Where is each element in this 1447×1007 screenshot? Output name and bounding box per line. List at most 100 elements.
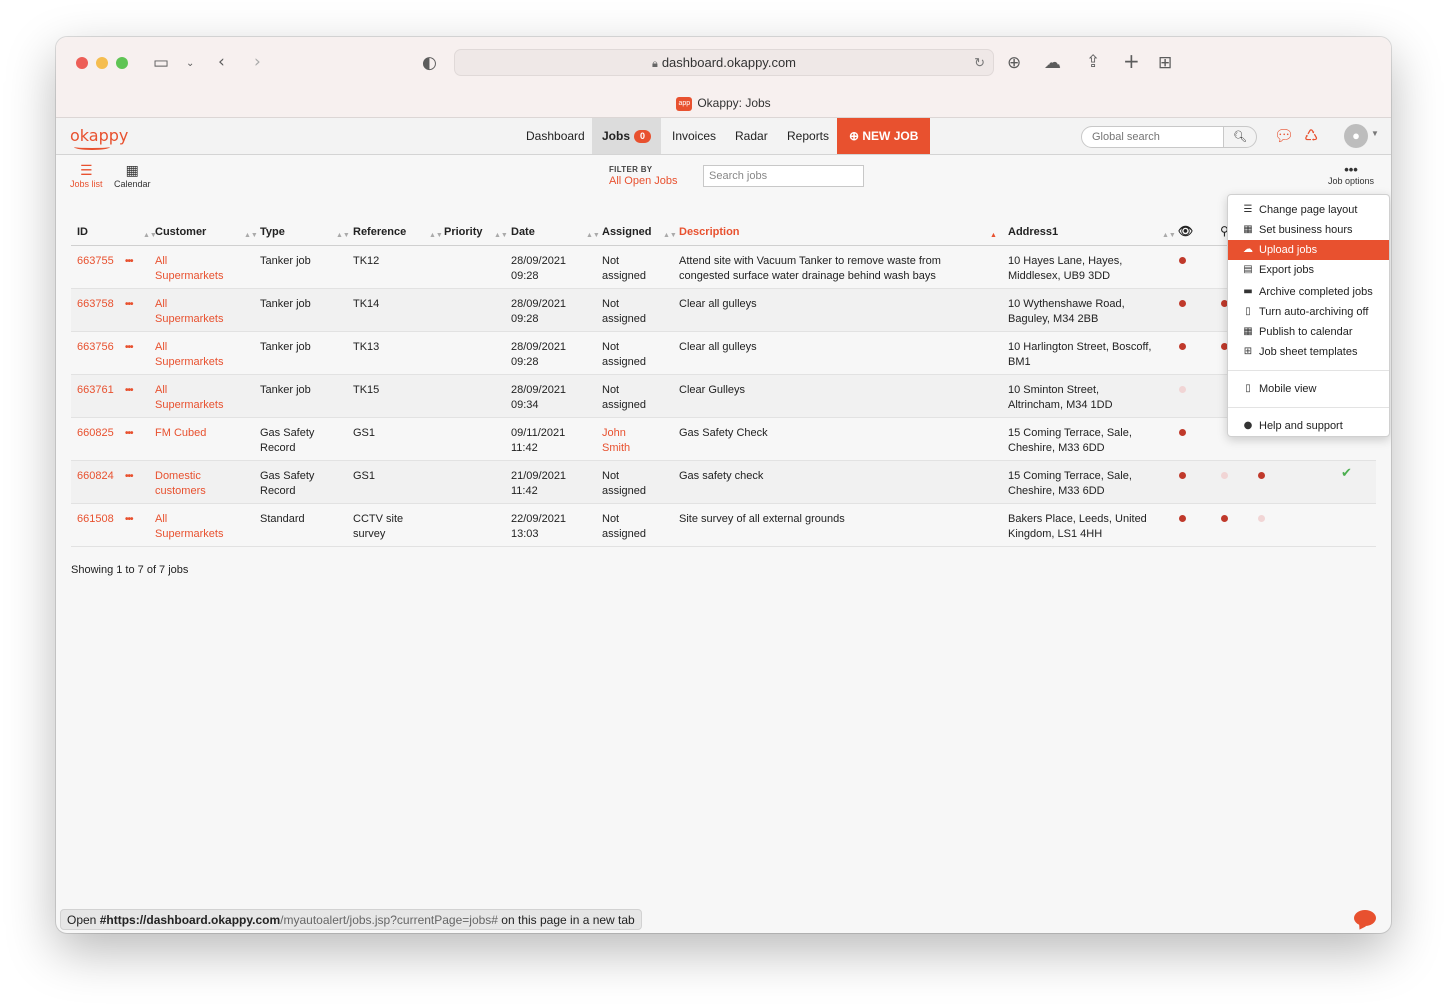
global-search-input[interactable] [1081,126,1224,148]
close-window-button[interactable] [76,57,88,69]
menu-change-page-layout[interactable]: ☰ Change page layout [1228,200,1389,220]
menu-upload-jobs[interactable]: ☁ Upload jobs [1228,240,1389,260]
sort-asc-icon[interactable]: ▲ [990,232,997,239]
sort-icon[interactable]: ▲▼ [663,232,677,239]
forward-icon[interactable]: › [254,52,261,72]
search-jobs-input[interactable]: Search jobs [703,165,864,187]
menu-export-jobs[interactable]: ▤ Export jobs [1228,260,1389,280]
calendar-view-button[interactable]: ▦ Calendar [114,163,151,189]
cell-line: Altrincham, M34 1DD [1008,399,1113,411]
cell-id[interactable]: 663755 ••• [77,254,133,269]
viewed-eye-icon[interactable]: 👁︎ [1178,224,1193,238]
reload-icon[interactable]: ↻ [974,50,985,75]
menu-job-sheet-templates[interactable]: ⊞ Job sheet templates [1228,342,1389,362]
cell-id[interactable]: 663761 ••• [77,383,133,398]
menu-help-and-support[interactable]: ● Help and support [1228,416,1389,436]
menu-publish-to-calendar[interactable]: ▦ Publish to calendar [1228,322,1389,342]
okappy-logo[interactable]: okappy [70,126,128,145]
menu-archive-completed-jobs[interactable]: ▬ Archive completed jobs [1228,282,1389,302]
cell-id[interactable]: 660825 ••• [77,426,133,441]
cell-customer[interactable]: All Supermarkets [155,297,223,327]
share-icon[interactable]: ⇪ [1086,52,1100,72]
col-date[interactable]: Date [511,226,535,238]
jobs-list-view-button[interactable]: ☰ Jobs list [70,163,103,189]
tab-title[interactable]: app Okappy: Jobs [56,96,1391,111]
chat-icon[interactable]: 💬︎ [1274,126,1294,145]
cell-customer[interactable]: All Supermarkets [155,383,223,413]
status-dot [1179,386,1186,393]
filter-value[interactable]: All Open Jobs [609,175,677,187]
cell-id[interactable]: 663758 ••• [77,297,133,312]
new-job-button[interactable]: ⊕ NEW JOB [837,118,931,154]
table-row[interactable]: 663761 ••• All Supermarkets Tanker job TK15 28… [71,375,1376,418]
cell-assigned: Not assigned [602,297,646,327]
col-reference[interactable]: Reference [353,226,406,238]
cell-customer[interactable]: All Supermarkets [155,340,223,370]
col-address1[interactable]: Address1 [1008,226,1058,238]
row-actions-icon[interactable]: ••• [125,297,133,312]
row-actions-icon[interactable]: ••• [125,254,133,269]
cell-id[interactable]: 663756 ••• [77,340,133,355]
chevron-down-icon[interactable]: ⌄ [186,54,194,74]
row-actions-icon[interactable]: ••• [125,426,133,441]
row-actions-icon[interactable]: ••• [125,469,133,484]
filter-by[interactable]: FILTER BY All Open Jobs [609,165,677,187]
menu-mobile-view[interactable]: ▯ Mobile view [1228,379,1389,399]
caret-down-icon[interactable]: ▼ [1371,129,1379,138]
table-row[interactable]: 661508 ••• All Supermarkets Standard CCTV sit… [71,504,1376,547]
col-priority[interactable]: Priority [444,226,483,238]
cloud-icon[interactable]: ☁ [1044,53,1061,73]
new-tab-icon[interactable]: + [1123,51,1140,71]
search-button[interactable]: 🔍︎ [1223,126,1257,148]
cell-id[interactable]: 661508 ••• [77,512,133,527]
table-row[interactable]: 663758 ••• All Supermarkets Tanker job TK14 28… [71,289,1376,332]
col-customer[interactable]: Customer [155,226,206,238]
nav-radar[interactable]: Radar [735,118,768,154]
cell-customer[interactable]: Domestic customers [155,469,206,499]
live-chat-icon[interactable] [1354,910,1376,926]
cell-customer[interactable]: All Supermarkets [155,512,223,542]
table-row[interactable]: 663756 ••• All Supermarkets Tanker job TK13 28… [71,332,1376,375]
tab-overview-icon[interactable]: ⊞ [1158,53,1172,73]
avatar[interactable]: ● [1344,124,1368,148]
table-row[interactable]: 660825 ••• FM Cubed Gas Safety Record GS1 09/1… [71,418,1376,461]
cell-id[interactable]: 660824 ••• [77,469,133,484]
cell-line: 10 Hayes Lane, Hayes, [1008,255,1123,267]
row-actions-icon[interactable]: ••• [125,340,133,355]
sidebar-toggle-icon[interactable]: ▭ [153,53,169,73]
menu-turn-auto-archiving-off[interactable]: ▯ Turn auto-archiving off [1228,302,1389,322]
col-id[interactable]: ID [77,226,88,238]
sort-icon[interactable]: ▲▼ [429,232,443,239]
sort-icon[interactable]: ▲▼ [244,232,258,239]
status-suffix: on this page in a new tab [497,913,635,927]
table-icon: ☰ [1243,204,1253,215]
table-row[interactable]: 660824 ••• Domestic customers Gas Safety Reco… [71,461,1376,504]
cell-customer[interactable]: FM Cubed [155,426,206,441]
table-row[interactable]: 663755 ••• All Supermarkets Tanker job TK12 28… [71,246,1376,289]
nav-dashboard[interactable]: Dashboard [526,118,585,154]
nav-reports[interactable]: Reports [787,118,829,154]
alert-bell-icon[interactable]: ♺ [1304,126,1318,145]
privacy-shield-icon[interactable]: ◐ [422,53,437,73]
row-actions-icon[interactable]: ••• [125,512,133,527]
menu-set-business-hours[interactable]: ▦ Set business hours [1228,220,1389,240]
col-type[interactable]: Type [260,226,285,238]
col-assigned[interactable]: Assigned [602,226,652,238]
col-description[interactable]: Description [679,226,740,238]
minimize-window-button[interactable] [96,57,108,69]
cell-customer[interactable]: All Supermarkets [155,254,223,284]
zoom-window-button[interactable] [116,57,128,69]
job-options-button[interactable]: ••• Job options [1328,163,1374,186]
nav-jobs[interactable]: Jobs 0 [592,118,662,154]
download-icon[interactable]: ⊕ [1007,53,1021,73]
nav-invoices[interactable]: Invoices [672,118,716,154]
row-actions-icon[interactable]: ••• [125,383,133,398]
sort-icon[interactable]: ▲▼ [336,232,350,239]
back-icon[interactable]: ‹ [218,52,225,72]
sort-icon[interactable]: ▲▼ [1162,232,1176,239]
address-bar[interactable]: 🔒︎ dashboard.okappy.com ↻ [454,49,994,76]
sort-icon[interactable]: ▲▼ [494,232,508,239]
jobs-table: ID ▲▼ Customer ▲▼ Type ▲▼ Reference ▲▼ P… [71,220,1376,547]
cell-type: Standard [260,512,305,527]
sort-icon[interactable]: ▲▼ [586,232,600,239]
